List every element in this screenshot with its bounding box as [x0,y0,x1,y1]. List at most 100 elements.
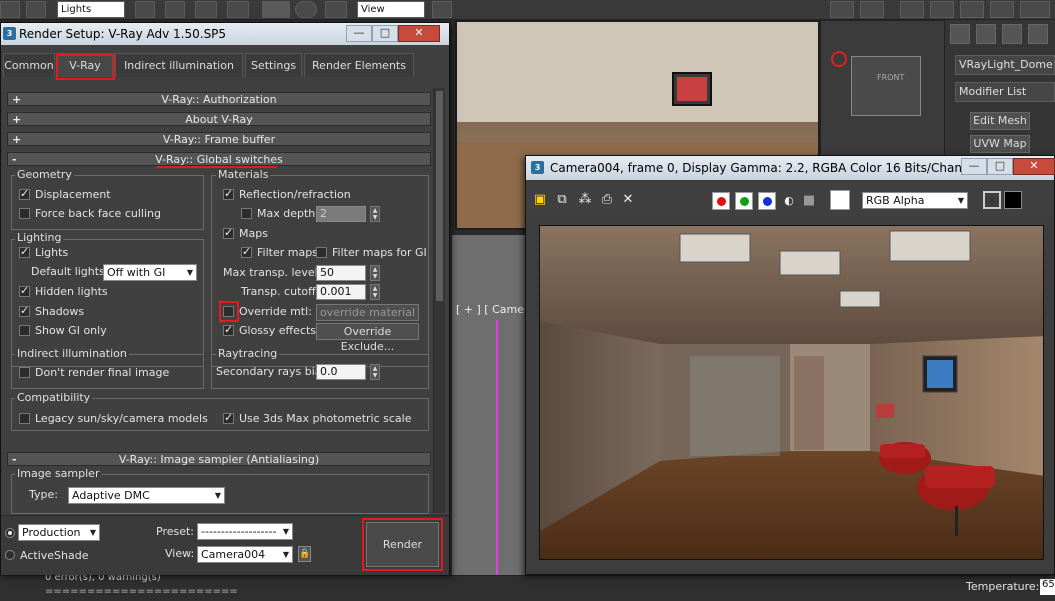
sampler-type-dropdown[interactable]: Adaptive DMC [68,487,225,504]
override-exclude-button[interactable]: Override Exclude... [316,323,419,353]
render-frame-button[interactable] [960,1,984,18]
maximize-icon[interactable]: □ [987,158,1013,175]
shadows-checkbox[interactable] [19,304,30,317]
edit-mesh-button[interactable]: Edit Mesh [970,112,1030,130]
legacy-checkbox[interactable] [19,413,30,424]
display-toggle-icon[interactable] [983,191,1001,209]
black-display-icon[interactable] [1004,191,1022,209]
clone-frame-icon[interactable]: ⧉ [553,191,571,209]
red-channel-toggle[interactable] [712,192,730,210]
window-title: Render Setup: V-Ray Adv 1.50.SP5 [19,27,227,41]
rendered-image[interactable] [539,225,1044,560]
production-dropdown[interactable]: Production [18,524,100,541]
hidden-lights-checkbox[interactable] [19,284,30,297]
preset-dropdown[interactable]: ------------------- [197,523,293,540]
curve-editor-button[interactable] [830,1,854,18]
modify-tab-icon[interactable] [976,24,996,44]
max-depth-checkbox[interactable] [241,208,252,219]
toolbar-tool-button[interactable] [0,1,20,18]
rollout-frame-buffer[interactable]: + V-Ray:: Frame buffer [7,132,431,146]
rollout-authorization[interactable]: + V-Ray:: Authorization [7,92,431,106]
max-transp-spinner[interactable]: 50 [316,265,366,281]
reference-coord-dropdown[interactable]: View [357,1,425,18]
transp-cutoff-spinner[interactable]: 0.001 [316,284,366,300]
temperature-field[interactable]: 65 [1040,579,1055,595]
window-crossing-button[interactable] [227,1,249,18]
dont-render-checkbox[interactable] [19,367,30,378]
schematic-button[interactable] [860,1,884,18]
transp-cutoff-spinner-arrows[interactable]: ▲ ▼ [370,284,380,300]
selection-filter-dropdown[interactable]: Lights [57,1,125,18]
max-depth-spinner[interactable]: 2 [316,206,366,222]
override-material-button[interactable]: override material [316,304,419,321]
render-setup-titlebar[interactable]: 3 Render Setup: V-Ray Adv 1.50.SP5 — □ ✕ [1,23,449,45]
render-setup-button[interactable] [930,1,954,18]
clear-icon[interactable]: ✕ [619,191,637,209]
lock-view-icon[interactable]: 🔒 [298,546,311,562]
maps-checkbox[interactable] [223,226,234,239]
filter-maps-checkbox[interactable] [241,245,252,258]
viewport-label[interactable]: [ + ] [ Camera [456,303,535,316]
toolbar-scissors-button[interactable] [26,1,46,18]
motion-tab-icon[interactable] [1028,24,1048,44]
viewport-perspective[interactable]: [ + ] [ Camera [450,235,535,575]
lights-checkbox[interactable] [19,245,30,258]
print-icon[interactable]: ⎙ [598,191,616,209]
rollout-image-sampler[interactable]: - V-Ray:: Image sampler (Antialiasing) [7,452,431,466]
tab-common[interactable]: Common [3,53,55,77]
tab-render-elements[interactable]: Render Elements [304,53,414,77]
show-gi-only-checkbox[interactable] [19,325,30,336]
displacement-checkbox[interactable] [19,187,30,200]
secondary-rays-spinner[interactable]: 0.0 [316,364,366,380]
material-editor-button[interactable] [900,1,924,18]
close-icon[interactable]: ✕ [1013,158,1055,175]
render-iterative-button[interactable] [1020,1,1050,18]
object-name-field[interactable]: VRayLight_Dome [955,55,1055,75]
render-button-toolbar[interactable] [990,1,1014,18]
max-transp-label: Max transp. levels [223,266,324,279]
max-transp-spinner-arrows[interactable]: ▲ ▼ [370,265,380,281]
blue-channel-toggle[interactable] [758,192,776,210]
select-object-button[interactable] [135,1,155,18]
scale-button[interactable] [325,1,347,18]
glossy-effects-checkbox[interactable] [223,323,234,336]
production-radio[interactable] [5,528,15,538]
close-icon[interactable]: ✕ [398,25,440,42]
tab-indirect-illumination[interactable]: Indirect illumination [115,53,243,77]
uvw-map-button[interactable]: UVW Map [970,135,1030,153]
minimize-icon[interactable]: — [346,25,372,42]
minimize-icon[interactable]: — [961,158,987,175]
move-button[interactable] [262,1,290,18]
default-lights-dropdown[interactable]: Off with GI [103,264,197,281]
copy-image-icon[interactable]: ⁂ [576,191,594,209]
filter-maps-gi-checkbox[interactable] [316,247,327,258]
viewport-front[interactable]: FRONT [820,20,945,160]
save-image-icon[interactable]: ▣ [531,191,549,209]
max-depth-spinner-arrows[interactable]: ▲ ▼ [370,206,380,222]
rollout-scrollbar[interactable] [433,88,445,513]
hierarchy-tab-icon[interactable] [1002,24,1022,44]
modifier-list-dropdown[interactable]: Modifier List [955,82,1055,102]
maximize-icon[interactable]: □ [372,25,398,42]
rect-selection-button[interactable] [195,1,217,18]
rotate-button[interactable] [295,1,317,18]
alpha-channel-icon[interactable]: ◐ [780,192,798,210]
channel-display-dropdown[interactable]: RGB Alpha [862,192,968,209]
photometric-checkbox[interactable] [223,411,234,424]
scrollbar-thumb[interactable] [436,91,443,301]
force-back-checkbox[interactable] [19,208,30,219]
rollout-about-vray[interactable]: + About V-Ray [7,112,431,126]
pivot-button[interactable] [432,1,452,18]
secondary-rays-spinner-arrows[interactable]: ▲ ▼ [370,364,380,380]
reflection-checkbox[interactable] [223,187,234,200]
create-tab-icon[interactable] [950,24,970,44]
select-by-name-button[interactable] [165,1,185,18]
render-button[interactable]: Render [366,522,439,567]
rollout-global-switches[interactable]: - V-Ray:: Global switches [7,152,431,166]
color-swatch[interactable] [830,190,850,210]
tab-settings[interactable]: Settings [245,53,302,77]
view-dropdown[interactable]: Camera004 [197,546,293,563]
green-channel-toggle[interactable] [735,192,753,210]
activeshade-radio[interactable] [5,550,15,560]
monochrome-icon[interactable]: ■ [800,192,818,210]
